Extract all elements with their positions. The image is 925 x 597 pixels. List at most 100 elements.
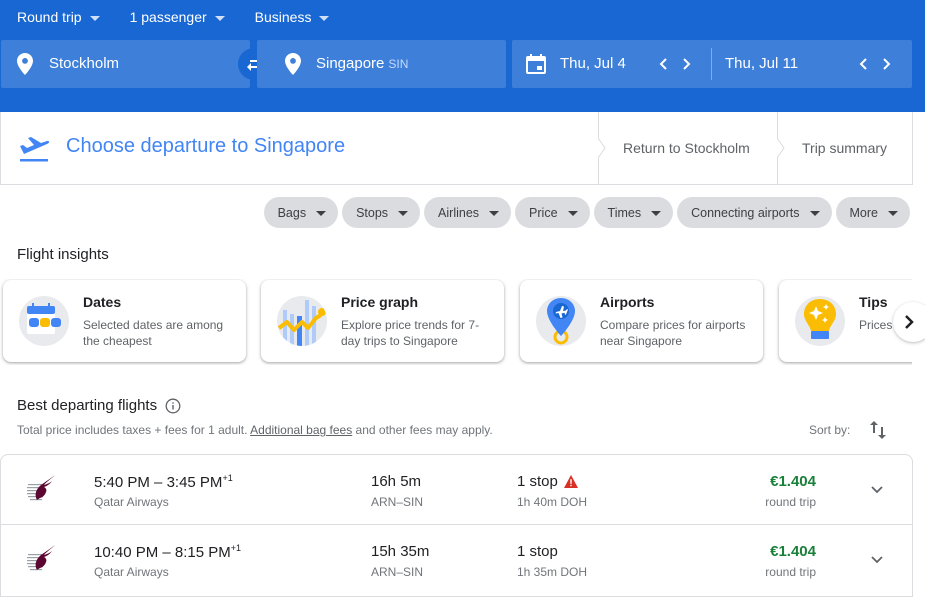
flight-stops: 1 stop [517,473,578,490]
return-date[interactable]: Thu, Jul 11 [725,55,798,72]
flight-row[interactable]: 10:40 PM – 8:15 PM+1 Qatar Airways 15h 3… [1,525,912,597]
flight-price: €1.404 [770,543,816,560]
step-chevron [598,138,606,158]
chevron-right-icon [883,58,891,70]
caret-down-icon [567,211,578,216]
warning-icon [563,475,578,488]
chip-label: More [849,205,878,220]
calendar-icon [526,54,546,74]
filter-times[interactable]: Times [593,197,674,228]
flight-list: 5:40 PM – 3:45 PM+1 Qatar Airways 16h 5m… [0,454,913,597]
insight-card-dates[interactable]: Dates Selected dates are among the cheap… [3,280,246,362]
origin-value: Stockholm [49,55,120,72]
lightbulb-illustration-icon [795,296,845,346]
booking-steps: Choose departure to Singapore Return to … [0,112,913,185]
expand-chevron-icon[interactable] [867,549,887,569]
chip-label: Bags [277,205,307,220]
filter-more[interactable]: More [835,197,910,228]
info-icon[interactable] [165,398,181,414]
qatar-airways-logo [27,475,55,501]
caret-down-icon [398,211,409,216]
stops-count: 1 stop [517,473,558,490]
flight-stops: 1 stop [517,543,558,560]
takeoff-icon [20,137,50,162]
location-pin-icon [17,53,33,75]
insight-cards: Dates Selected dates are among the cheap… [0,279,912,365]
return-next-day-button[interactable] [877,53,897,75]
chip-label: Airlines [438,205,480,220]
chevron-right-icon [905,315,914,329]
dates-field: Thu, Jul 4 Thu, Jul 11 [512,40,912,88]
price-type: round trip [765,495,816,509]
step-return-label: Return to Stockholm [623,140,750,156]
sort-icon[interactable] [869,420,887,440]
qatar-airways-logo [27,545,55,571]
filter-stops[interactable]: Stops [342,197,421,228]
chip-label: Stops [356,205,389,220]
chip-label: Times [607,205,642,220]
destination-field[interactable]: Singapore SIN [257,40,506,88]
return-prev-day-button[interactable] [853,53,873,75]
filter-bags[interactable]: Bags [263,197,339,228]
airline-name: Qatar Airways [94,565,169,579]
flight-route: ARN–SIN [371,565,424,579]
insight-card-airports[interactable]: Airports Compare prices for airports nea… [520,280,763,362]
insight-desc: Compare prices for airports near Singapo… [600,318,746,348]
chip-label: Connecting airports [691,205,800,220]
airline-name: Qatar Airways [94,495,169,509]
step-summary-label: Trip summary [802,140,888,156]
cabin-class-select[interactable]: Business [255,9,330,25]
date-divider [711,48,712,80]
caret-down-icon [651,211,662,216]
location-pin-icon [285,53,301,75]
price-note: Total price includes taxes + fees for 1 … [17,423,493,437]
sort-label: Sort by: [809,423,851,437]
caret-down-icon [319,15,330,21]
expand-chevron-icon[interactable] [867,479,887,499]
destination-code: SIN [388,57,409,71]
origin-field[interactable]: Stockholm [1,40,250,88]
layover-info: 1h 35m DOH [517,565,588,579]
flight-row[interactable]: 5:40 PM – 3:45 PM+1 Qatar Airways 16h 5m… [1,455,912,525]
trip-type-label: Round trip [17,9,82,25]
chip-label: Price [529,205,558,220]
cabin-class-label: Business [254,9,312,25]
caret-down-icon [809,211,820,216]
chevron-left-icon [659,58,667,70]
flight-duration: 16h 5m [371,473,422,490]
filter-chips: Bags Stops Airlines Price Times Connecti… [260,197,910,228]
trip-options: Round trip 1 passenger Business [17,6,359,28]
layover-info: 1h 40m DOH [517,495,588,509]
departure-next-day-button[interactable] [677,53,697,75]
flight-duration: 15h 35m [371,543,430,560]
departure-prev-day-button[interactable] [653,53,673,75]
filter-connecting-airports[interactable]: Connecting airports [677,197,832,228]
step-trip-summary[interactable]: Trip summary [777,112,914,184]
passengers-select[interactable]: 1 passenger [130,9,225,25]
chevron-left-icon [859,58,867,70]
flight-price: €1.404 [770,473,816,490]
current-step-title: Choose departure to Singapore [66,135,346,157]
day-offset: +1 [230,543,242,553]
flight-times: 10:40 PM – 8:15 PM+1 [94,543,242,561]
caret-down-icon [489,211,500,216]
filter-price[interactable]: Price [515,197,590,228]
stops-count: 1 stop [517,543,558,560]
insight-card-price-graph[interactable]: Price graph Explore price trends for 7-d… [261,280,504,362]
step-return[interactable]: Return to Stockholm [598,112,777,184]
insight-title: Dates [83,294,122,310]
price-graph-illustration-icon [277,296,327,346]
search-header: Round trip 1 passenger Business Stockhol… [0,0,925,112]
caret-down-icon [89,15,100,21]
calendar-illustration-icon [19,296,69,346]
price-note-suffix: and other fees may apply. [352,423,493,437]
filter-airlines[interactable]: Airlines [424,197,512,228]
depart-time: 5:40 PM [94,474,150,491]
bag-fees-link[interactable]: Additional bag fees [250,423,352,437]
insight-title: Airports [600,294,655,310]
departure-date[interactable]: Thu, Jul 4 [560,55,626,72]
insights-next-button[interactable] [893,302,925,342]
flight-times: 5:40 PM – 3:45 PM+1 [94,473,233,491]
results-title: Best departing flights [17,397,158,414]
trip-type-select[interactable]: Round trip [17,9,100,25]
